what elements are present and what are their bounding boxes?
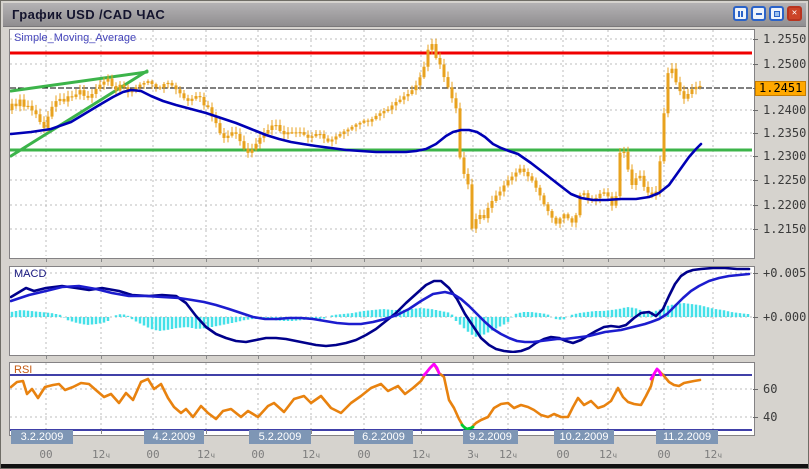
time-label: 00 [556, 448, 569, 461]
axis-tick [508, 258, 509, 262]
close-button[interactable]: ✕ [787, 6, 802, 21]
date-label: 10.2.2009 [554, 430, 614, 444]
date-label: 4.2.2009 [144, 430, 204, 444]
axis-tick [258, 355, 259, 359]
axis-tick [101, 258, 102, 262]
current-price-tag: 1.2451 [755, 81, 806, 96]
axis-tick [753, 133, 758, 134]
macd-chart[interactable] [10, 267, 752, 353]
date-label: 6.2.2009 [354, 430, 413, 444]
axis-tick [311, 258, 312, 262]
time-label: 00 [657, 448, 670, 461]
axis-tick [421, 355, 422, 359]
time-label: 12ч [412, 448, 430, 461]
minimize-icon [756, 13, 762, 15]
maximize-button[interactable] [769, 6, 784, 21]
rsi-indicator-label: RSI [14, 364, 32, 376]
axis-label: 1.2400 [763, 103, 806, 117]
time-label: 12ч [704, 448, 722, 461]
axis-tick [753, 110, 758, 111]
axis-tick [421, 430, 422, 434]
axis-label: +0.000 [763, 310, 806, 324]
axis-label: 1.2300 [763, 149, 806, 163]
axis-tick [364, 355, 365, 359]
axis-tick [311, 430, 312, 434]
axis-tick [258, 258, 259, 262]
axis-tick [753, 205, 758, 206]
axis-tick [753, 389, 758, 390]
axis-tick [753, 417, 758, 418]
axis-tick [753, 229, 758, 230]
axis-tick [101, 355, 102, 359]
time-label: 00 [39, 448, 52, 461]
title-bar[interactable]: График USD /CAD ЧАС ✕ [3, 3, 806, 27]
axis-tick [664, 258, 665, 262]
axis-tick [753, 64, 758, 65]
axis-tick [608, 355, 609, 359]
time-label: 12ч [302, 448, 320, 461]
axis-tick [664, 355, 665, 359]
axis-tick [753, 180, 758, 181]
axis-tick [508, 355, 509, 359]
date-label: 11.2.2009 [656, 430, 718, 444]
time-label: 3ч [467, 448, 478, 461]
time-label: 12ч [92, 448, 110, 461]
time-label: 12ч [599, 448, 617, 461]
rsi-chart[interactable] [10, 363, 752, 433]
pause-button[interactable] [733, 6, 748, 21]
axis-label: 1.2200 [763, 198, 806, 212]
price-indicator-label: Simple_Moving_Average [14, 32, 136, 44]
axis-tick [46, 258, 47, 262]
axis-tick [713, 258, 714, 262]
chart-window: График USD /CAD ЧАС ✕ Simple_Moving_Aver… [0, 0, 809, 469]
minimize-button[interactable] [751, 6, 766, 21]
axis-tick [563, 258, 564, 262]
axis-tick [563, 355, 564, 359]
time-label: 00 [146, 448, 159, 461]
window-title: График USD /CAD ЧАС [3, 7, 165, 22]
axis-tick [206, 258, 207, 262]
axis-tick [364, 258, 365, 262]
axis-tick [753, 273, 758, 274]
date-label: 5.2.2009 [249, 430, 311, 444]
axis-label: 1.2550 [763, 32, 806, 46]
axis-tick [101, 430, 102, 434]
time-label: 12ч [499, 448, 517, 461]
pause-icon [738, 11, 743, 17]
macd-indicator-label: MACD [14, 268, 46, 280]
axis-label: 40 [763, 410, 777, 424]
axis-tick [753, 156, 758, 157]
axis-tick [608, 258, 609, 262]
axis-tick [753, 39, 758, 40]
maximize-icon [774, 11, 780, 17]
axis-tick [206, 355, 207, 359]
axis-tick [311, 355, 312, 359]
axis-tick [713, 355, 714, 359]
axis-label: 1.2150 [763, 222, 806, 236]
axis-label: 1.2250 [763, 173, 806, 187]
time-label: 12ч [197, 448, 215, 461]
time-label: 00 [357, 448, 370, 461]
axis-tick [473, 258, 474, 262]
axis-tick [153, 258, 154, 262]
date-label: 9.2.2009 [463, 430, 518, 444]
axis-label: +0.005 [763, 266, 806, 280]
close-icon: ✕ [792, 9, 797, 18]
axis-label: 1.2350 [763, 126, 806, 140]
axis-tick [46, 355, 47, 359]
time-label: 00 [251, 448, 264, 461]
axis-tick [206, 430, 207, 434]
axis-tick [421, 258, 422, 262]
axis-tick [473, 355, 474, 359]
axis-label: 1.2500 [763, 57, 806, 71]
axis-tick [153, 355, 154, 359]
date-label: 3.2.2009 [11, 430, 73, 444]
axis-tick [753, 317, 758, 318]
axis-label: 60 [763, 382, 777, 396]
price-chart[interactable] [10, 30, 752, 256]
window-buttons: ✕ [733, 6, 802, 21]
